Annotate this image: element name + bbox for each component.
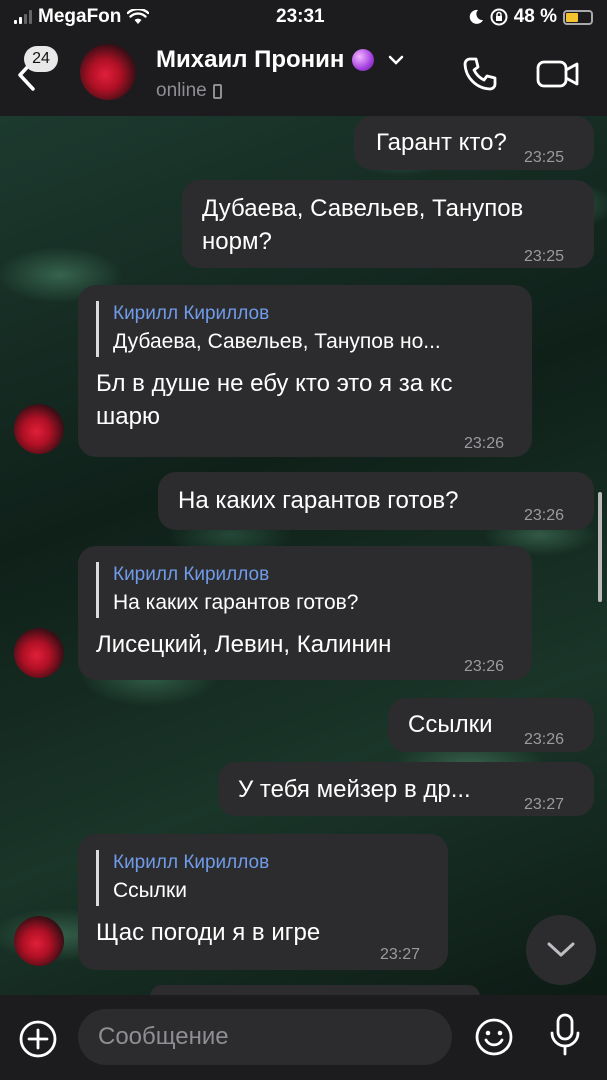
carrier-label: MegaFon xyxy=(38,6,122,27)
emoji-button[interactable] xyxy=(474,1017,514,1057)
video-camera-icon xyxy=(536,60,579,88)
reply-text: На каких гарантов готов? xyxy=(113,591,359,614)
avatar[interactable] xyxy=(14,404,64,454)
avatar[interactable] xyxy=(14,916,64,966)
mobile-icon xyxy=(212,83,222,99)
reply-author: Кирилл Кириллов xyxy=(113,852,270,873)
orientation-lock-icon xyxy=(490,8,508,26)
message-time: 23:26 xyxy=(464,435,505,452)
message-incoming[interactable]: Кирилл Кириллов Дубаева, Савельев, Тануп… xyxy=(78,285,532,457)
message-outgoing[interactable]: Ссылки 23:26 xyxy=(388,698,594,752)
message-time: 23:27 xyxy=(380,946,421,963)
reply-text: Дубаева, Савельев, Танупов но... xyxy=(113,330,441,353)
video-call-button[interactable] xyxy=(536,56,580,92)
message-time: 23:27 xyxy=(524,796,565,813)
message-outgoing[interactable]: Дубаева, Савельев, Танупов норм? 23:25 xyxy=(182,180,594,268)
call-button[interactable] xyxy=(460,54,500,94)
battery-icon xyxy=(563,9,593,25)
reply-text: Ссылки xyxy=(113,879,187,902)
message-incoming[interactable]: Кирилл Кириллов На каких гарантов готов?… xyxy=(78,546,532,680)
message-text: Бл в душе не ебу кто это я за кс шарю xyxy=(96,370,453,430)
signal-icon xyxy=(14,10,32,24)
chat-header: 24 Михаил Пронин online xyxy=(0,34,607,116)
message-input[interactable]: Сообщение xyxy=(78,1009,452,1065)
unread-badge: 24 xyxy=(24,46,58,72)
message-time: 23:26 xyxy=(524,507,565,524)
message-incoming[interactable]: Кирилл Кириллов Ссылки Щас погоди я в иг… xyxy=(78,834,448,970)
message-time: 23:26 xyxy=(464,658,505,675)
message-time: 23:25 xyxy=(524,149,565,166)
avatar[interactable] xyxy=(14,628,64,678)
contact-name-label: Михаил Пронин xyxy=(156,46,345,73)
status-label: online xyxy=(156,80,207,101)
scroll-to-bottom-button[interactable] xyxy=(526,915,596,985)
composer-bar: Сообщение xyxy=(0,995,607,1080)
reply-author: Кирилл Кириллов xyxy=(113,303,270,324)
message-time: 23:25 xyxy=(524,248,565,265)
message-outgoing[interactable]: Гарант кто? 23:25 xyxy=(354,116,594,170)
moon-icon xyxy=(469,9,483,24)
smiley-icon xyxy=(475,1018,513,1056)
plus-circle-icon xyxy=(19,1020,57,1058)
message-input-placeholder: Сообщение xyxy=(98,1023,229,1050)
attach-button[interactable] xyxy=(18,1019,58,1059)
microphone-button[interactable] xyxy=(548,1013,582,1057)
contact-status: online xyxy=(156,80,222,102)
contact-name[interactable]: Михаил Пронин xyxy=(156,46,404,74)
message-outgoing[interactable]: На каких гарантов готов? 23:26 xyxy=(158,472,594,530)
message-time: 23:26 xyxy=(524,731,565,748)
battery-percent: 48 % xyxy=(513,6,557,27)
reply-quote[interactable]: Кирилл Кириллов Дубаева, Савельев, Тануп… xyxy=(96,301,516,357)
reply-author: Кирилл Кириллов xyxy=(113,564,270,585)
message-text: Ссылки xyxy=(408,711,493,738)
microphone-icon xyxy=(550,1013,580,1056)
avatar[interactable] xyxy=(80,44,136,100)
status-bar: MegaFon 23:31 48 % xyxy=(0,0,607,34)
chevron-down-icon xyxy=(547,942,575,957)
message-text: Лисецкий, Левин, Калинин xyxy=(96,631,392,658)
wifi-icon xyxy=(127,9,150,24)
reply-quote[interactable]: Кирилл Кириллов Ссылки xyxy=(96,850,432,906)
phone-icon xyxy=(463,57,497,91)
message-outgoing[interactable]: У тебя мейзер в др... 23:27 xyxy=(218,762,594,816)
chevron-down-icon[interactable] xyxy=(388,55,404,65)
scrollbar[interactable] xyxy=(598,492,602,602)
reply-quote[interactable]: Кирилл Кириллов На каких гарантов готов? xyxy=(96,562,516,618)
crystal-ball-icon xyxy=(352,49,375,71)
clock: 23:31 xyxy=(276,6,325,27)
